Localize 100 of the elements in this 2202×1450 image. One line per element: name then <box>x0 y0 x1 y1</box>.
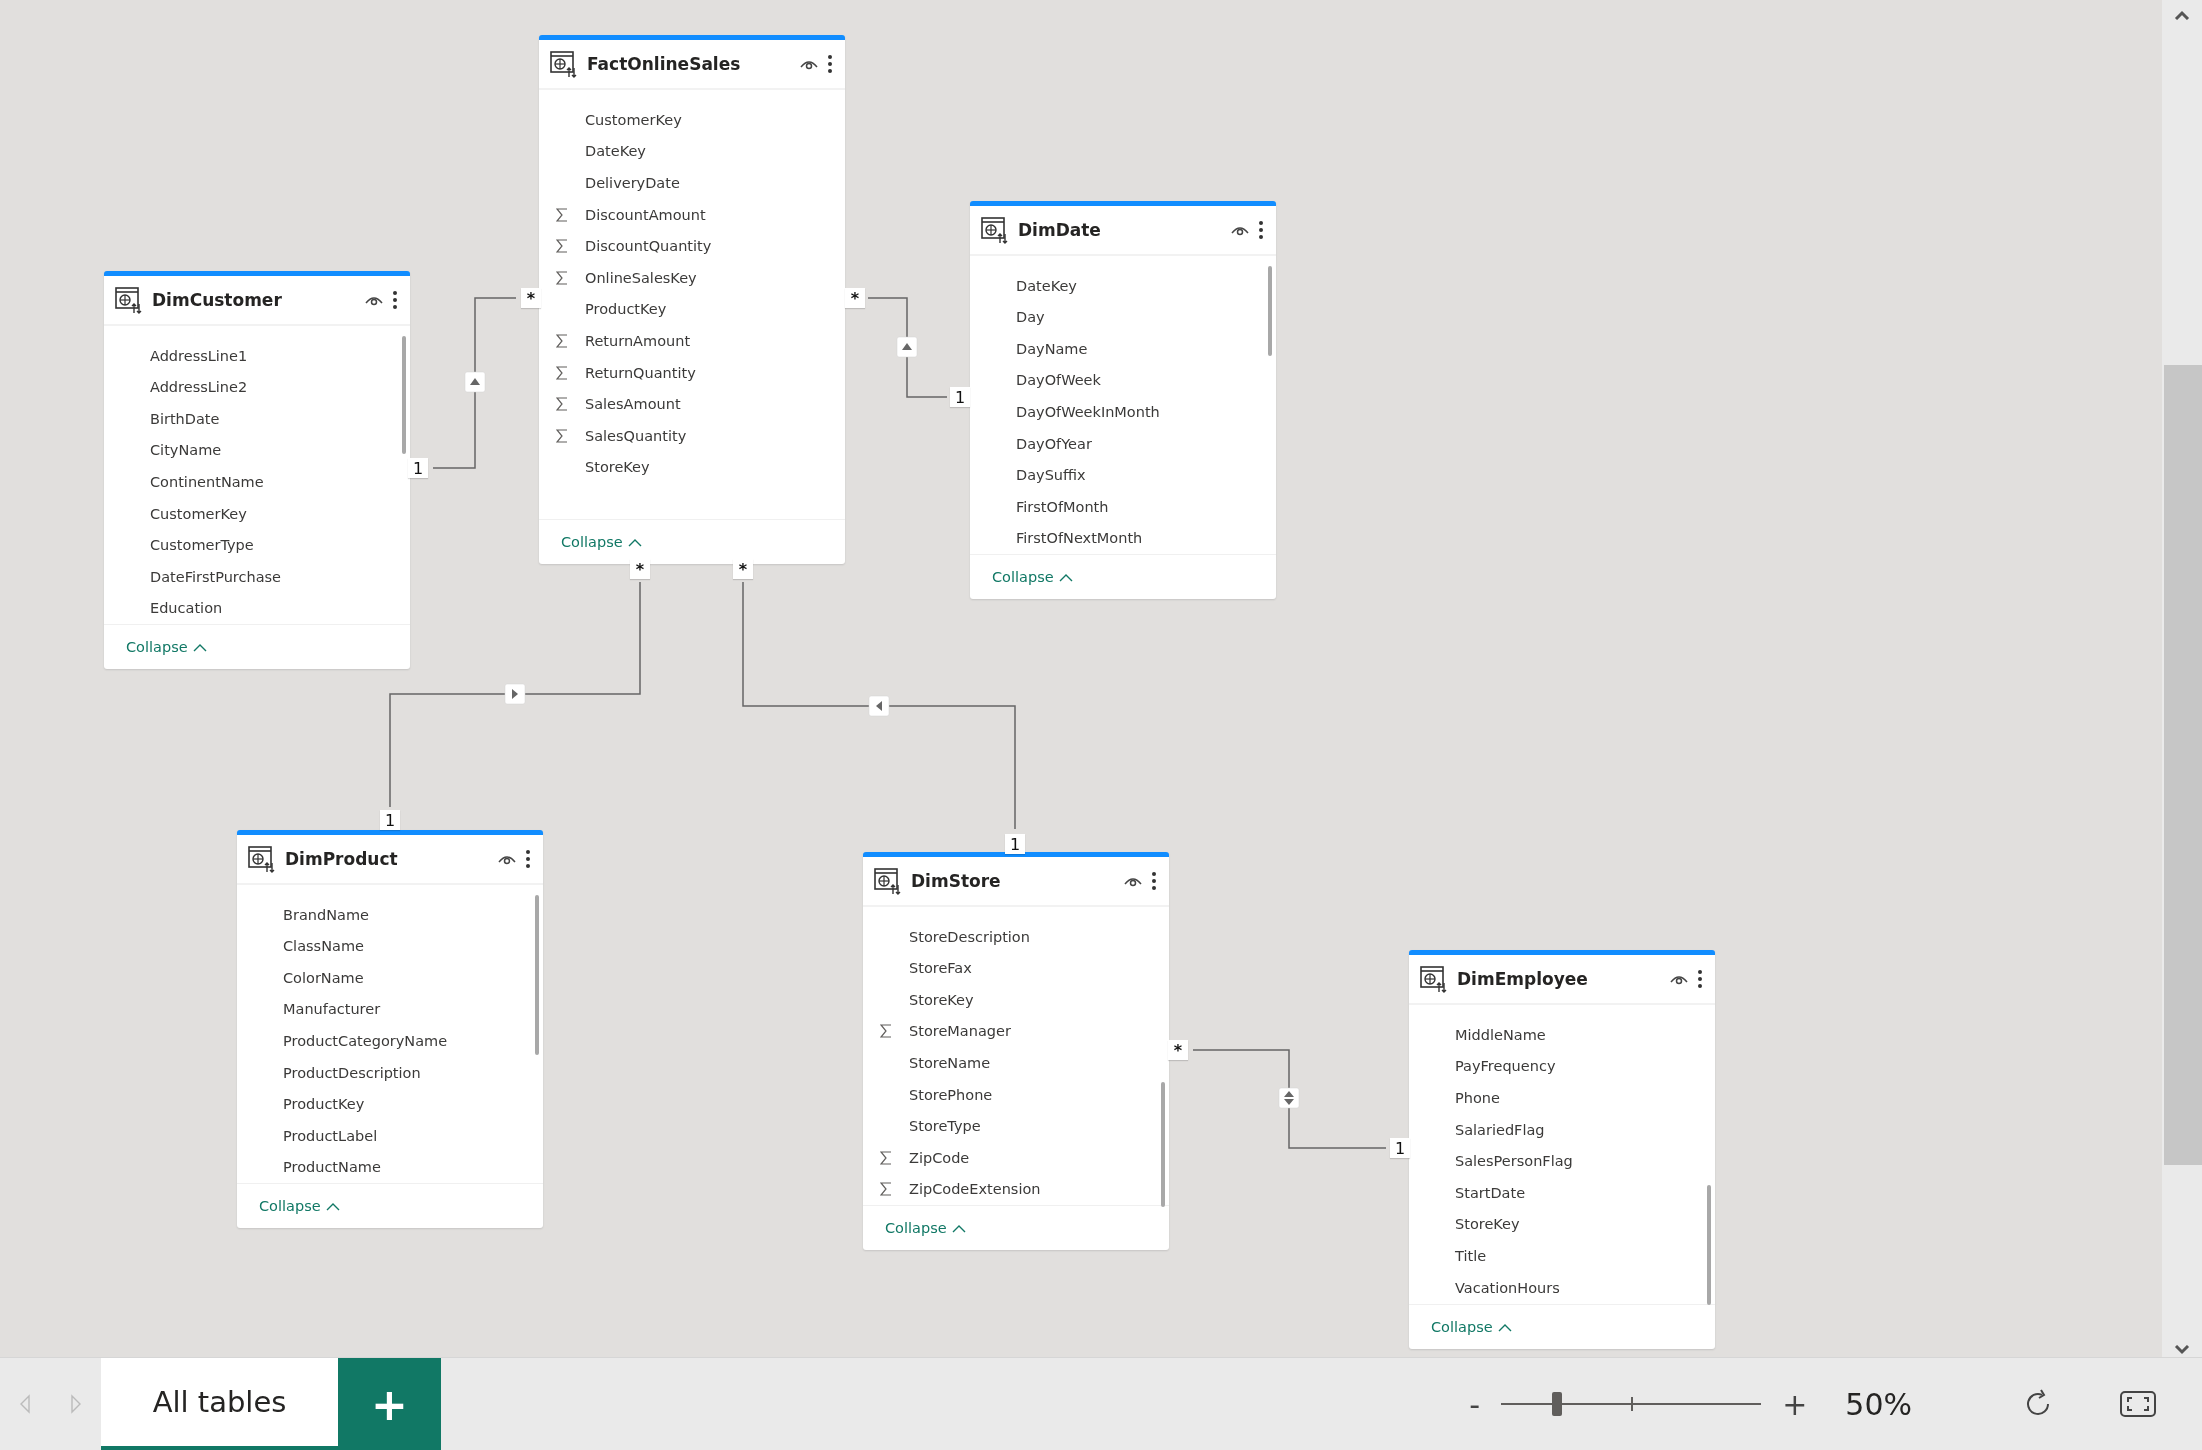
cardinality-label: 1 <box>408 458 428 478</box>
scroll-down-icon[interactable] <box>2174 1345 2190 1355</box>
field-name[interactable]: ZipCodeExtension <box>909 1181 1041 1198</box>
field-name[interactable]: FirstOfMonth <box>1016 498 1109 515</box>
field-name[interactable]: DateFirstPurchase <box>150 568 282 585</box>
zoom-in-button[interactable]: + <box>1778 1386 1812 1422</box>
field-name[interactable]: StoreKey <box>585 459 650 476</box>
field-name[interactable]: DiscountQuantity <box>585 238 712 255</box>
more-options-icon[interactable] <box>1697 969 1703 989</box>
field-name[interactable]: AddressLine2 <box>150 379 248 396</box>
field-name[interactable]: DayOfWeekInMonth <box>1016 404 1160 420</box>
table-card[interactable]: DimDate DateKey Day DayName DayOfWeek DayOfWeekInMonth DayOfYear DaySuffix FirstOfMonth FirstOfNextMonth Collapse <box>970 201 1276 599</box>
table-card[interactable]: DimCustomer AddressLine1 AddressLine2 BirthDate CityName ContinentName CustomerKey CustomerType DateFirstPurchase Education Collapse <box>104 271 410 669</box>
table-title: DimStore <box>911 870 1002 891</box>
collapse-link[interactable]: Collapse <box>992 569 1073 586</box>
collapse-link[interactable]: Collapse <box>259 1198 340 1215</box>
field-name[interactable]: DayOfYear <box>1016 435 1092 452</box>
field-name[interactable]: BirthDate <box>150 410 220 427</box>
field-name[interactable]: ProductKey <box>283 1096 365 1113</box>
field-name[interactable]: CustomerKey <box>585 111 682 128</box>
scrollbar-thumb[interactable] <box>402 335 406 454</box>
field-name[interactable]: CustomerType <box>150 537 254 554</box>
field-name[interactable]: BrandName <box>283 906 369 923</box>
field-name[interactable]: StoreKey <box>909 991 974 1008</box>
table-icon <box>980 214 1010 245</box>
field-name[interactable]: StartDate <box>1455 1184 1526 1201</box>
field-name[interactable]: DateKey <box>1016 277 1077 294</box>
field-name[interactable]: DayOfWeek <box>1016 372 1101 389</box>
table-card[interactable]: DimStore StoreDescription StoreFax StoreKey StoreManager StoreName StorePhone StoreType ZipCode ZipCodeExtension Collapse <box>863 852 1169 1250</box>
field-name[interactable]: PayFrequency <box>1455 1058 1556 1075</box>
field-name[interactable]: StoreFax <box>909 960 972 977</box>
field-name[interactable]: Title <box>1455 1247 1487 1264</box>
field-name[interactable]: DayName <box>1016 340 1088 357</box>
table-card[interactable]: FactOnlineSales CustomerKey DateKey DeliveryDate DiscountAmount DiscountQuantity OnlineSalesKey ProductKey ReturnAmount ReturnQuantity SalesAmount SalesQuantity StoreKey Collapse <box>539 35 845 564</box>
field-name[interactable]: ProductLabel <box>283 1127 378 1144</box>
field-name[interactable]: DateKey <box>585 143 646 160</box>
field-name[interactable]: StoreKey <box>1455 1216 1520 1233</box>
relationship-line[interactable] <box>1192 1049 1387 1149</box>
field-name[interactable]: StoreName <box>909 1055 991 1071</box>
collapse-link[interactable]: Collapse <box>126 639 207 656</box>
field-name[interactable]: StorePhone <box>909 1086 993 1103</box>
collapse-link[interactable]: Collapse <box>885 1220 966 1237</box>
field-name[interactable]: Day <box>1016 309 1045 326</box>
collapse-link[interactable]: Collapse <box>561 534 642 550</box>
field-name[interactable]: ZipCode <box>909 1149 970 1166</box>
field-name[interactable]: ReturnAmount <box>585 332 691 349</box>
scrollbar-thumb[interactable] <box>1707 1185 1711 1305</box>
table-title: DimCustomer <box>152 289 283 310</box>
field-name[interactable]: CustomerKey <box>150 505 247 522</box>
field-name[interactable]: ProductName <box>283 1159 381 1176</box>
cardinality-label: * <box>521 288 541 308</box>
zoom-out-button[interactable]: - <box>1465 1386 1485 1422</box>
more-options-icon[interactable] <box>525 848 531 869</box>
chevron-up-icon <box>192 642 207 652</box>
cardinality-label: * <box>630 559 650 579</box>
more-options-icon[interactable] <box>392 289 398 310</box>
field-name[interactable]: Phone <box>1455 1090 1500 1106</box>
field-name[interactable]: ColorName <box>283 969 364 986</box>
table-card[interactable]: DimProduct BrandName ClassName ColorName Manufacturer ProductCategoryName ProductDescription ProductKey ProductLabel ProductName Collapse <box>237 830 543 1228</box>
scrollbar-thumb[interactable] <box>1268 265 1272 356</box>
field-name[interactable]: SalesAmount <box>585 396 681 413</box>
field-name[interactable]: DeliveryDate <box>585 175 680 191</box>
field-name[interactable]: MiddleName <box>1455 1026 1546 1043</box>
field-name[interactable]: OnlineSalesKey <box>585 269 697 286</box>
add-layout-button[interactable]: + <box>338 1358 441 1450</box>
scrollbar-thumb[interactable] <box>2164 365 2202 1165</box>
table-icon <box>549 49 579 79</box>
field-name[interactable]: ClassName <box>283 938 364 955</box>
vertical-scrollbar[interactable] <box>2162 0 2202 1357</box>
more-options-icon[interactable] <box>827 54 833 74</box>
table-card[interactable]: DimEmployee MiddleName PayFrequency Phone SalariedFlag SalesPersonFlag StartDate StoreKey Title VacationHours Collapse <box>1409 950 1715 1349</box>
field-name[interactable]: StoreDescription <box>909 928 1030 945</box>
field-name[interactable]: StoreManager <box>909 1023 1011 1040</box>
field-name[interactable]: Manufacturer <box>283 1001 381 1018</box>
field-name[interactable]: Education <box>150 600 223 617</box>
field-name[interactable]: SalariedFlag <box>1455 1121 1545 1138</box>
field-name[interactable]: SalesQuantity <box>585 427 687 444</box>
field-name[interactable]: DiscountAmount <box>585 206 706 223</box>
field-name[interactable]: ReturnQuantity <box>585 364 696 381</box>
field-name[interactable]: DaySuffix <box>1016 467 1086 484</box>
relationship-line[interactable] <box>867 297 948 398</box>
field-name[interactable]: FirstOfNextMonth <box>1016 530 1143 547</box>
field-name[interactable]: CityName <box>150 442 222 459</box>
field-name[interactable]: StoreType <box>909 1118 981 1135</box>
field-name[interactable]: AddressLine1 <box>150 347 248 364</box>
field-name[interactable]: ProductCategoryName <box>283 1033 448 1049</box>
more-options-icon[interactable] <box>1258 219 1264 240</box>
scrollbar-thumb[interactable] <box>535 894 539 1055</box>
relationship-line[interactable] <box>432 297 517 469</box>
field-name[interactable]: ProductKey <box>585 301 667 318</box>
field-name[interactable]: SalesPersonFlag <box>1455 1153 1573 1170</box>
scroll-up-icon[interactable] <box>2174 10 2190 20</box>
scrollbar-thumb[interactable] <box>1161 1081 1165 1207</box>
slider-thumb[interactable] <box>1552 1392 1563 1416</box>
field-name[interactable]: ContinentName <box>150 474 264 490</box>
field-name[interactable]: VacationHours <box>1455 1279 1560 1296</box>
more-options-icon[interactable] <box>1151 870 1157 891</box>
collapse-link[interactable]: Collapse <box>1431 1319 1512 1335</box>
field-name[interactable]: ProductDescription <box>283 1064 421 1081</box>
layout-tab[interactable]: All tables <box>101 1358 338 1450</box>
